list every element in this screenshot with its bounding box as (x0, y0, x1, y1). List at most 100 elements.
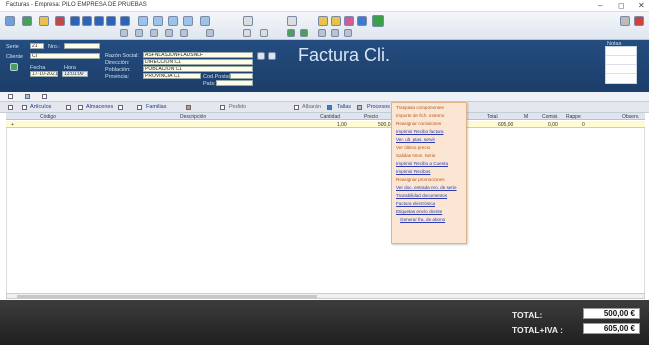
menu-item[interactable]: Ver doc. entrada nro. de serie (396, 185, 457, 190)
calculator-icon[interactable] (243, 16, 253, 26)
menu-item[interactable]: Imprimir Recibos (396, 169, 430, 174)
direccion-field[interactable]: DIRECCION C1 (143, 59, 253, 65)
delete-icon[interactable] (55, 16, 65, 26)
nro-field[interactable] (64, 43, 100, 49)
articulos-checkbox[interactable] (22, 105, 27, 110)
star-icon[interactable] (331, 16, 341, 26)
articulos-filter[interactable]: Artículos (30, 104, 51, 110)
column-header-observ[interactable]: Observ. (622, 114, 639, 120)
column-header-comision[interactable]: Comisi. (542, 114, 559, 120)
procesos-filter[interactable]: Procesos (367, 104, 390, 110)
previous-record-icon[interactable] (82, 16, 92, 26)
almacenes-filter[interactable]: Almacenes (86, 104, 113, 110)
exit-icon[interactable] (634, 16, 644, 26)
config-icon[interactable] (200, 16, 210, 26)
menu-item[interactable]: Salidas Nros. Serie (396, 153, 435, 158)
grid-icon[interactable] (25, 94, 30, 99)
column-header-m[interactable]: M (524, 114, 528, 120)
familias-checkbox[interactable] (118, 105, 123, 110)
new-icon[interactable] (5, 16, 15, 26)
page-icon[interactable] (42, 94, 47, 99)
hora-field[interactable]: 13:01:00 (62, 71, 88, 77)
familias-icon[interactable] (137, 105, 142, 110)
client-icon[interactable] (10, 63, 18, 71)
menu-item[interactable]: Ver último precio (396, 145, 430, 150)
menu-item[interactable]: Ver. ult. ptas. servir (396, 137, 435, 142)
map-icon[interactable] (268, 52, 276, 60)
almacenes-icon[interactable] (78, 105, 83, 110)
help-icon[interactable] (357, 16, 367, 26)
familias-filter[interactable]: Familias (146, 104, 166, 110)
edit-icon[interactable] (39, 16, 49, 26)
menu-item[interactable]: Generar fra. de abono (400, 217, 445, 222)
albaran-checkbox[interactable] (294, 105, 299, 110)
list-icon[interactable] (8, 94, 13, 99)
chart-icon[interactable] (287, 29, 295, 37)
scrollbar-thumb[interactable] (17, 295, 317, 298)
tool-icon[interactable] (331, 29, 339, 37)
column-header-precio[interactable]: Precio (364, 114, 378, 120)
last-record-icon[interactable] (106, 16, 116, 26)
minimize-button[interactable]: – (598, 1, 602, 10)
next-record-icon[interactable] (94, 16, 104, 26)
poblacion-field[interactable]: POBLACION C1 (143, 66, 253, 72)
horizontal-scrollbar[interactable] (6, 293, 645, 299)
pedido-checkbox[interactable] (220, 105, 225, 110)
cliente-field[interactable]: CI (30, 53, 100, 59)
tool-icon[interactable] (135, 29, 143, 37)
copy-icon[interactable] (153, 16, 163, 26)
tool-icon[interactable] (180, 29, 188, 37)
menu-item[interactable]: Reasignar comisiones (396, 121, 441, 126)
razon-social-field[interactable]: ASFÑLASJDÑFLADSÑLF (143, 52, 253, 58)
email-icon[interactable] (183, 16, 193, 26)
tool-icon[interactable] (344, 29, 352, 37)
paste-icon[interactable] (168, 16, 178, 26)
tool-icon[interactable] (165, 29, 173, 37)
menu-item[interactable]: Reasignar promociones (396, 177, 445, 182)
menu-item[interactable]: Factura electrónica (396, 201, 435, 206)
column-header-descripcion[interactable]: Descripción (180, 114, 206, 120)
albaran-filter[interactable]: Albarán (302, 104, 321, 110)
tool-icon[interactable] (243, 29, 251, 37)
tool-icon[interactable] (150, 29, 158, 37)
tool-icon[interactable] (260, 29, 268, 37)
column-header-codigo[interactable]: Código (40, 114, 56, 120)
tool-icon[interactable] (120, 29, 128, 37)
serie-field[interactable]: 21 (30, 43, 44, 49)
print-icon[interactable] (138, 16, 148, 26)
pedido-filter[interactable]: Pedido (229, 104, 246, 110)
tool-icon[interactable] (206, 29, 214, 37)
menu-item[interactable]: Etiquetas envío cliente (396, 209, 442, 214)
star-icon[interactable] (318, 16, 328, 26)
menu-item[interactable]: Traspasa componentes (396, 105, 444, 110)
play-icon[interactable] (372, 15, 384, 27)
first-record-icon[interactable] (70, 16, 80, 26)
menu-item[interactable]: Imprimir Recibo a Cuenta (396, 161, 448, 166)
chart-icon[interactable] (300, 29, 308, 37)
options-icon[interactable] (620, 16, 630, 26)
close-button[interactable]: ✕ (638, 1, 645, 10)
pais-field[interactable] (216, 80, 253, 86)
heart-icon[interactable] (344, 16, 354, 26)
pedido-icon[interactable] (186, 105, 191, 110)
address-book-icon[interactable] (257, 52, 265, 60)
tool-icon[interactable] (318, 29, 326, 37)
search-icon[interactable] (120, 16, 130, 26)
tallas-icon[interactable] (327, 105, 332, 110)
calendar-icon[interactable] (287, 16, 297, 26)
filter-checkbox[interactable] (8, 105, 13, 110)
cod-postal-field[interactable] (230, 73, 253, 79)
notes-box[interactable] (605, 46, 637, 84)
save-icon[interactable] (22, 16, 32, 26)
maximize-button[interactable]: ◻ (618, 1, 625, 10)
procesos-icon[interactable] (357, 105, 362, 110)
grid-body[interactable] (6, 128, 645, 293)
almacenes-checkbox[interactable] (66, 105, 71, 110)
tallas-filter[interactable]: Tallas (337, 104, 351, 110)
menu-item[interactable]: Imprimir Recibo factura (396, 129, 443, 134)
column-header-rappel[interactable]: Rappe (566, 114, 581, 120)
provincia-field[interactable]: PROVINCIA C1 (143, 73, 201, 79)
column-header-cantidad[interactable]: Cantidad (320, 114, 340, 120)
fecha-field[interactable]: 17-10-2021 (30, 71, 58, 77)
menu-item[interactable]: Importe de fich. externo (396, 113, 444, 118)
